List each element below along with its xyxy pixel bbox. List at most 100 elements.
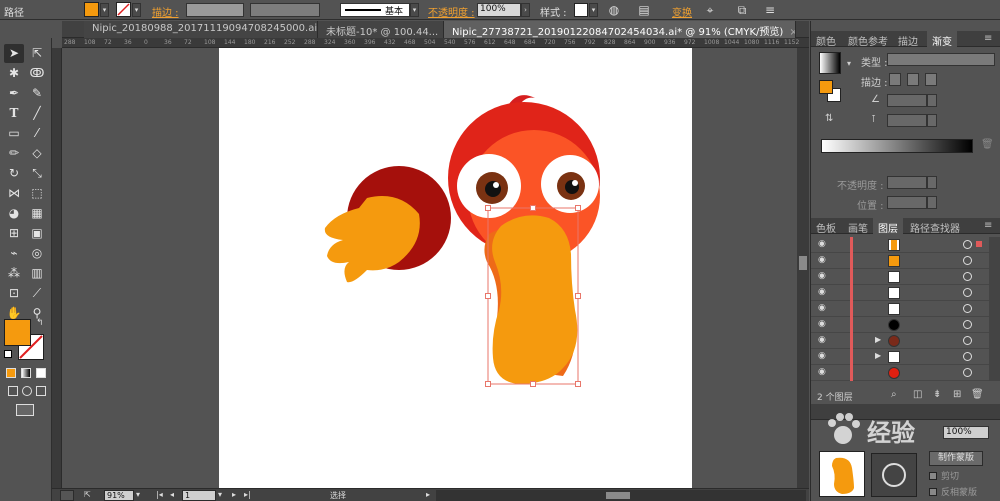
target-circle-icon[interactable]: [963, 352, 972, 361]
layer-row[interactable]: ◉: [811, 317, 1000, 333]
delete-layer-icon[interactable]: 🗑: [971, 389, 984, 400]
eraser-tool-icon[interactable]: ◇: [27, 144, 47, 163]
mesh-tool-icon[interactable]: ⊞: [4, 224, 24, 243]
target-circle-icon[interactable]: [963, 304, 972, 313]
perspective-grid-icon[interactable]: ▦: [27, 204, 47, 223]
rectangle-tool-icon[interactable]: ▭: [4, 124, 24, 143]
draw-behind-icon[interactable]: [22, 386, 32, 396]
style-dropdown-icon[interactable]: ▾: [589, 3, 598, 17]
layers-scrollbar-segment[interactable]: [989, 365, 1000, 381]
visibility-eye-icon[interactable]: ◉: [818, 303, 826, 313]
target-circle-icon[interactable]: [963, 240, 972, 249]
angle-field[interactable]: [887, 94, 927, 107]
layers-scrollbar-segment[interactable]: [989, 333, 1000, 349]
visibility-eye-icon[interactable]: ◉: [818, 271, 826, 281]
gradient-type-select[interactable]: [887, 53, 995, 66]
close-icon[interactable]: ×: [789, 27, 795, 38]
vertical-scrollbar[interactable]: [797, 48, 809, 488]
align-icon[interactable]: ▤: [636, 2, 652, 18]
scale-tool-icon[interactable]: ⤡: [27, 164, 47, 183]
stroke-label[interactable]: 描边 :: [152, 4, 179, 19]
zoom-dropdown-icon[interactable]: ▾: [136, 490, 140, 501]
pen-tool-icon[interactable]: ✒: [4, 84, 24, 103]
brush-field[interactable]: 基本: [340, 3, 410, 17]
tab-layers[interactable]: 图层: [873, 218, 903, 235]
fill-stroke-mini-fill[interactable]: [819, 80, 833, 94]
visibility-eye-icon[interactable]: ◉: [818, 239, 826, 249]
gradient-position-dropdown-icon[interactable]: [927, 196, 937, 209]
swap-colors-icon[interactable]: ↰: [36, 318, 44, 328]
fill-swatch[interactable]: [84, 2, 99, 17]
opacity-label[interactable]: 不透明度 :: [428, 4, 475, 19]
selection-indicator[interactable]: [976, 241, 982, 247]
tab-pathfinder[interactable]: 路径查找器: [905, 218, 965, 235]
stroke-within-icon[interactable]: [889, 73, 901, 86]
tab-document-3[interactable]: Nipic_27738721_20190122084702454034.ai* …: [444, 21, 796, 38]
type-tool-icon[interactable]: T: [4, 104, 24, 123]
scrollbar-thumb[interactable]: [799, 256, 807, 270]
layer-row[interactable]: ◉: [811, 365, 1000, 381]
invert-mask-checkbox[interactable]: [929, 488, 937, 496]
tab-swatches[interactable]: 色板: [811, 218, 841, 235]
selection-tool-icon[interactable]: ➤: [4, 44, 24, 63]
stroke-along-icon[interactable]: [907, 73, 919, 86]
layer-row[interactable]: ◉: [811, 253, 1000, 269]
visibility-eye-icon[interactable]: ◉: [818, 351, 826, 361]
graphic-style-swatch[interactable]: [574, 3, 588, 17]
rotate-tool-icon[interactable]: ↻: [4, 164, 24, 183]
target-circle-icon[interactable]: [963, 368, 972, 377]
tab-brushes[interactable]: 画笔: [843, 218, 873, 235]
gradient-opacity-field[interactable]: [887, 176, 927, 189]
new-layer-icon[interactable]: ⊞: [953, 389, 961, 400]
default-colors-icon[interactable]: [4, 350, 12, 358]
tab-document-1[interactable]: Nipic_20180988_20171119094708245000.ai*×: [84, 21, 318, 38]
visibility-eye-icon[interactable]: ◉: [818, 287, 826, 297]
artboard[interactable]: [219, 48, 692, 488]
tab-color-guide[interactable]: 颜色参考: [843, 31, 893, 48]
recolor-icon[interactable]: ◍: [606, 2, 622, 18]
zoom-field[interactable]: 91%: [104, 490, 134, 501]
tab-document-2[interactable]: 未标题-10* @ 100.44...×: [318, 21, 444, 38]
pencil-tool-icon[interactable]: ✏: [4, 144, 24, 163]
layers-scrollbar-segment[interactable]: [989, 301, 1000, 317]
variable-width-field[interactable]: [250, 3, 320, 17]
vertical-ruler[interactable]: [52, 48, 62, 488]
column-graph-icon[interactable]: ▥: [27, 264, 47, 283]
horizontal-scrollbar[interactable]: [436, 490, 806, 501]
expand-triangle-icon[interactable]: ▶: [875, 351, 881, 360]
line-tool-icon[interactable]: ╱: [27, 104, 47, 123]
horizontal-scrollbar-thumb[interactable]: [606, 492, 630, 499]
isolate-icon[interactable]: ⌖: [702, 2, 718, 18]
paintbrush-icon[interactable]: ⁄: [27, 124, 47, 143]
symbol-sprayer-icon[interactable]: ⁂: [4, 264, 24, 283]
layer-row[interactable]: ◉: [811, 269, 1000, 285]
canvas-area[interactable]: [62, 48, 797, 488]
new-sublayer-icon[interactable]: ⇟: [933, 389, 941, 400]
stroke-across-icon[interactable]: [925, 73, 937, 86]
layer-row[interactable]: ◉: [811, 301, 1000, 317]
gradient-preview-dropdown-icon[interactable]: ▾: [847, 59, 851, 68]
panel-menu-icon[interactable]: ≡: [762, 2, 778, 18]
layer-row[interactable]: ◉: [811, 237, 1000, 253]
fill-color-box[interactable]: [4, 319, 31, 346]
target-circle-icon[interactable]: [963, 288, 972, 297]
aspect-ratio-field[interactable]: [887, 114, 927, 127]
opacity-field[interactable]: 100%: [477, 3, 521, 17]
stroke-weight-field[interactable]: [186, 3, 244, 17]
status-arrow-icon[interactable]: ▸: [426, 490, 430, 501]
tab-color[interactable]: 颜色: [811, 31, 841, 48]
target-circle-icon[interactable]: [963, 256, 972, 265]
tab-gradient[interactable]: 渐变: [927, 31, 957, 48]
reverse-gradient-icon[interactable]: ⇅: [825, 113, 833, 124]
draw-normal-icon[interactable]: [8, 386, 18, 396]
make-clip-mask-icon[interactable]: ◫: [913, 389, 922, 400]
layers-scrollbar-segment[interactable]: [989, 349, 1000, 365]
layers-scrollbar-segment[interactable]: [989, 253, 1000, 269]
magic-wand-icon[interactable]: ✱: [4, 64, 24, 83]
shape-builder-icon[interactable]: ◕: [4, 204, 24, 223]
visibility-eye-icon[interactable]: ◉: [818, 335, 826, 345]
direct-selection-tool-icon[interactable]: ⇱: [27, 44, 47, 63]
opacity-dropdown-icon[interactable]: ›: [521, 3, 530, 17]
curvature-tool-icon[interactable]: ✎: [27, 84, 47, 103]
export-icon[interactable]: ⇱: [84, 490, 91, 501]
